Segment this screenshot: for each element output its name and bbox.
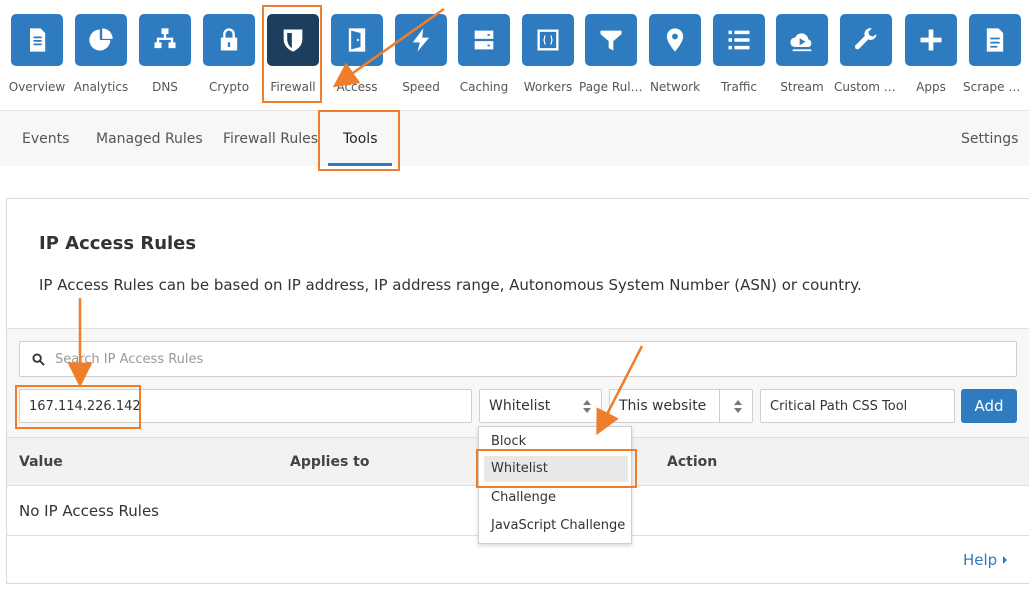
nav-label: DNS [152, 80, 178, 94]
empty-table-message: No IP Access Rules [19, 502, 159, 520]
card-description: IP Access Rules can be based on IP addre… [39, 276, 862, 294]
search-icon [32, 352, 45, 366]
nav-label: Overview [8, 80, 66, 94]
lock-icon [203, 14, 255, 66]
nav-label: Crypto [208, 80, 250, 94]
nav-item-workers[interactable]: Workers [516, 14, 580, 94]
nav-item-stream[interactable]: Stream [770, 14, 834, 94]
nav-label: Analytics [73, 80, 129, 94]
plus-icon [905, 14, 957, 66]
annotation-box-firewall [262, 5, 322, 103]
nav-label: Caching [459, 80, 509, 94]
search-box[interactable] [19, 341, 1017, 377]
location-pin-icon [649, 14, 701, 66]
nav-item-scrape-shield[interactable]: Scrape Shi... [963, 14, 1027, 94]
search-input[interactable] [55, 351, 955, 367]
nav-label: Workers [523, 80, 573, 94]
action-select-value: Whitelist [489, 398, 551, 414]
nav-label: Access [336, 80, 378, 94]
nav-item-overview[interactable]: Overview [5, 14, 69, 94]
nav-label: Speed [402, 80, 440, 94]
note-input-field[interactable] [760, 389, 955, 423]
column-header-value: Value [19, 454, 63, 470]
nav-label: Scrape Shi... [963, 80, 1027, 94]
nav-item-caching[interactable]: Caching [452, 14, 516, 94]
column-header-action: Action [667, 454, 718, 470]
lightning-icon [395, 14, 447, 66]
nav-item-analytics[interactable]: Analytics [69, 14, 133, 94]
document-icon [11, 14, 63, 66]
nav-label: Page Rules [579, 80, 643, 94]
scope-select[interactable]: This website [609, 389, 753, 423]
select-divider [719, 390, 720, 422]
dropdown-option-javascript-challenge[interactable]: JavaScript Challenge [491, 518, 625, 533]
help-link[interactable]: Help [963, 551, 1008, 569]
nav-item-page-rules[interactable]: Page Rules [579, 14, 643, 94]
tab-managed-rules[interactable]: Managed Rules [96, 131, 203, 147]
document-lines-icon [969, 14, 1021, 66]
tab-firewall-rules[interactable]: Firewall Rules [223, 131, 318, 147]
nav-item-dns[interactable]: DNS [133, 14, 197, 94]
nav-item-traffic[interactable]: Traffic [707, 14, 771, 94]
pie-chart-icon [75, 14, 127, 66]
help-label: Help [963, 551, 998, 569]
select-arrows-icon [734, 400, 742, 414]
tab-settings[interactable]: Settings [961, 131, 1018, 147]
nav-label: Custom P... [834, 80, 898, 94]
scope-select-value: This website [619, 398, 707, 414]
nav-label: Traffic [720, 80, 758, 94]
rule-controls: Whitelist This website Add [7, 329, 1029, 437]
nav-item-network[interactable]: Network [643, 14, 707, 94]
tab-events[interactable]: Events [22, 131, 69, 147]
nav-item-access[interactable]: Access [325, 14, 389, 94]
column-header-applies-to: Applies to [290, 454, 370, 470]
nav-item-custom-pages[interactable]: Custom P... [834, 14, 898, 94]
dropdown-option-challenge[interactable]: Challenge [491, 490, 556, 505]
nav-label: Apps [916, 80, 946, 94]
nav-item-apps[interactable]: Apps [899, 14, 963, 94]
cloud-play-icon [776, 14, 828, 66]
code-braces-icon [522, 14, 574, 66]
nav-label: Network [649, 80, 701, 94]
dropdown-option-block[interactable]: Block [491, 434, 526, 449]
add-button[interactable]: Add [961, 389, 1017, 423]
card-title: IP Access Rules [39, 233, 197, 254]
nav-item-speed[interactable]: Speed [389, 14, 453, 94]
server-icon [458, 14, 510, 66]
filter-icon [585, 14, 637, 66]
annotation-box-ip [15, 385, 141, 429]
firewall-subtabs: Events Managed Rules Firewall Rules Tool… [0, 110, 1029, 166]
action-select[interactable]: Whitelist [479, 389, 602, 423]
annotation-box-tools [318, 110, 400, 171]
top-navigation: Overview Analytics DNS Crypto Firewall A… [0, 0, 1029, 110]
annotation-box-whitelist [476, 449, 637, 488]
door-icon [331, 14, 383, 66]
caret-right-icon [1003, 556, 1008, 564]
wrench-icon [840, 14, 892, 66]
nav-item-crypto[interactable]: Crypto [197, 14, 261, 94]
list-icon [713, 14, 765, 66]
select-arrows-icon [583, 400, 591, 414]
network-tree-icon [139, 14, 191, 66]
note-input[interactable] [770, 398, 954, 414]
nav-label: Stream [780, 80, 824, 94]
